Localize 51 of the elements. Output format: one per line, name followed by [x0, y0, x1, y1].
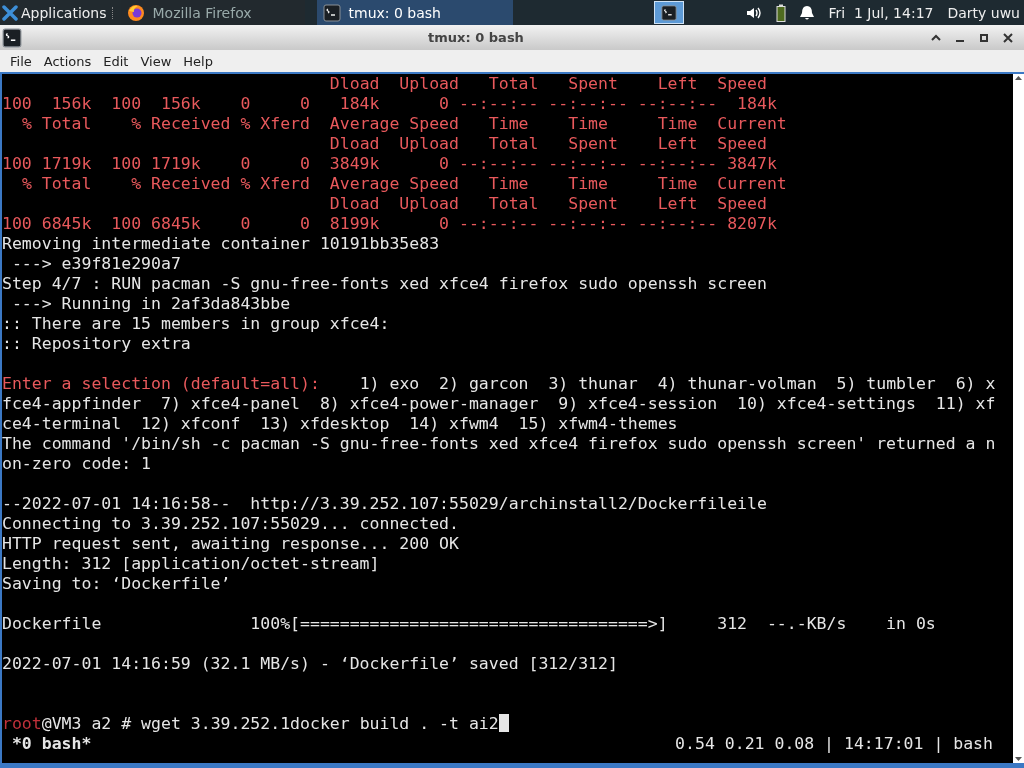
terminal-line: 100 6845k 100 6845k 0 0 8199k 0 --:--:-- --:--:-- --:--:-- 8207k	[2, 214, 778, 234]
terminal-line: ---> Running in 2af3da843bbe	[10, 294, 292, 314]
terminal-line: Dload Upload Total Spent Left Speed	[328, 134, 768, 154]
clock[interactable]: Fri 1 Jul, 14:17	[828, 4, 934, 21]
menu-item[interactable]: View	[134, 53, 178, 69]
terminal-line: ce4-terminal 12) xfconf 13) xfdesktop 14) xfwm4 15) xfwm4-themes	[2, 414, 679, 434]
tmux-status-info: 0.54 0.21 0.08 | 14:17:01 | bash	[675, 734, 994, 754]
bell-icon[interactable]	[800, 4, 815, 21]
tmux-window-label: *0 bash*	[10, 734, 92, 754]
terminal-line: on-zero code: 1	[2, 454, 152, 474]
terminal-line: 100 1719k 100 1719k 0 0 3849k 0 --:--:-- --:--:-- --:--:-- 3847k	[2, 154, 778, 174]
terminal-line: The command '/bin/sh -c pacman -S gnu-free-fonts xed xfce4 firefox sudo openssh screen' returned a n	[2, 434, 997, 454]
terminal-line: Step 4/7 : RUN pacman -S gnu-free-fonts xed xfce4 firefox sudo openssh screen	[2, 274, 768, 294]
volume-icon[interactable]	[746, 5, 763, 20]
terminal-icon	[2, 27, 22, 48]
workspace-button[interactable]	[654, 1, 685, 24]
terminal-line: fce4-appfinder 7) xfce4-panel 8) xfce4-power-manager 9) xfce4-session 10) xfce4-settings 11) xf	[2, 394, 997, 414]
terminal-line: % Total % Received % Xferd Average Speed Time Time Time Current	[20, 114, 788, 134]
battery-icon[interactable]	[776, 3, 787, 22]
menu-item[interactable]: Help	[177, 53, 219, 69]
terminal-icon	[322, 3, 341, 22]
window-title: tmux: 0 bash	[427, 30, 525, 45]
terminal-line: :: There are 15 members in group xfce4:	[2, 314, 391, 334]
terminal-line: Length: 312 [application/octet-stream]	[2, 554, 381, 574]
command-prompt[interactable]: root@VM3 a2 # wget 3.39.252.1docker build . -t ai2	[2, 714, 1013, 734]
terminal-icon	[661, 4, 678, 21]
menu-item[interactable]: Edit	[97, 53, 135, 69]
user-name[interactable]: Darty uwu	[947, 4, 1020, 21]
scroll-down-icon[interactable]	[1014, 755, 1023, 763]
terminal-line: ---> e39f81e290a7	[10, 254, 182, 274]
terminal-line: Dload Upload Total Spent Left Speed	[328, 194, 768, 214]
terminal-line: % Total % Received % Xferd Average Speed Time Time Time Current	[20, 174, 788, 194]
terminal-line: :: Repository extra	[2, 334, 192, 354]
maximize-icon[interactable]	[978, 31, 990, 44]
terminal-line: HTTP request sent, awaiting response... 200 OK	[2, 534, 460, 554]
taskbar-button[interactable]: tmux: 0 bash	[316, 0, 513, 25]
terminal-line: Dload Upload Total Spent Left Speed	[328, 74, 768, 94]
close-icon[interactable]	[1002, 31, 1014, 44]
menu-item[interactable]: File	[4, 53, 38, 69]
menu-item[interactable]: Actions	[37, 53, 98, 69]
terminal-line: Saving to: ‘Dockerfile’	[2, 574, 232, 594]
terminal-line: Removing intermediate container 10191bb35e83	[2, 234, 441, 254]
terminal-line: 100 156k 100 156k 0 0 184k 0 --:--:-- --:--:-- --:--:-- 184k	[2, 94, 778, 114]
scroll-up-icon[interactable]	[1014, 74, 1023, 82]
terminal-line: 2022-07-01 14:16:59 (32.1 MB/s) - ‘Dockerfile’ saved [312/312]	[2, 654, 619, 674]
terminal-line: Dockerfile 100%[===================================>] 312 --.-KB/s in 0s	[2, 614, 937, 634]
terminal-line: Enter a selection (default=all): 1) exo 2) garcon 3) thunar 4) thunar-volman 5) tumbler 6) x	[2, 374, 997, 394]
firefox-icon	[126, 3, 145, 22]
terminal-line: --2022-07-01 14:16:58-- http://3.39.252.107:55029/archinstall2/Dockerfileile	[2, 494, 768, 514]
terminal-line: Connecting to 3.39.252.107:55029... connected.	[2, 514, 460, 534]
taskbar-button[interactable]: Mozilla Firefox	[120, 0, 305, 25]
